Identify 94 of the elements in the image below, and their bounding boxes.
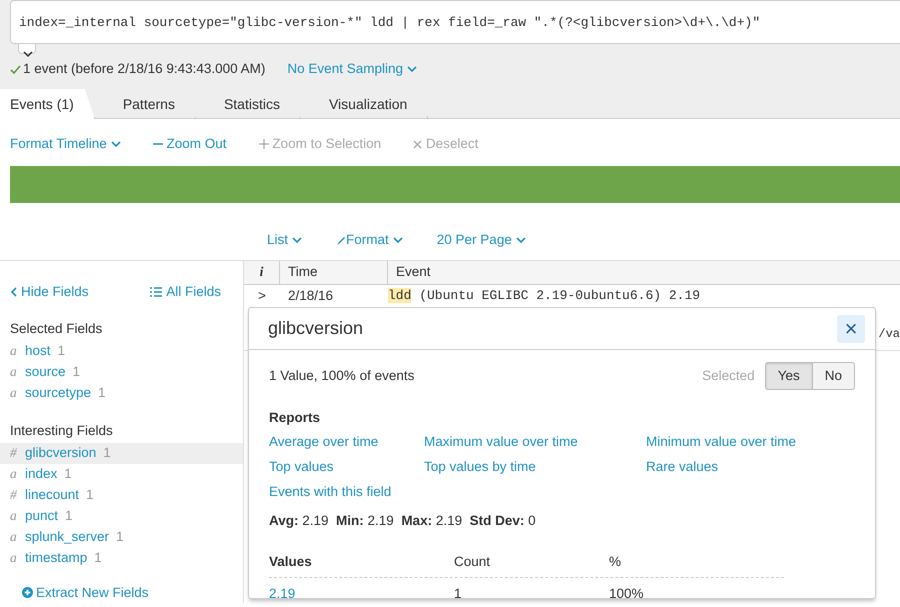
field-name: timestamp bbox=[25, 548, 88, 567]
section-title: Selected Fields bbox=[9, 320, 104, 338]
field-type: a bbox=[10, 384, 18, 402]
checkmark-icon bbox=[10, 64, 21, 74]
tab[interactable]: Visualization bbox=[300, 89, 428, 119]
field-item[interactable]: a splunk_server 1 bbox=[0, 526, 243, 548]
list-icon bbox=[150, 287, 162, 298]
field-count: 1 bbox=[86, 486, 94, 504]
field-type: a bbox=[10, 362, 18, 381]
field-count: 1 bbox=[98, 384, 106, 402]
field-item[interactable]: # linecount 1 bbox=[0, 484, 243, 506]
status-text: 1 event (before 2/18/16 9:43:43.000 AM) bbox=[23, 60, 266, 78]
field-count: 1 bbox=[72, 362, 80, 381]
column-header: % bbox=[609, 552, 622, 570]
field-type: a bbox=[10, 342, 18, 360]
chevron-button[interactable] bbox=[18, 44, 36, 54]
field-name: sourcetype bbox=[25, 384, 92, 402]
extract-fields-link[interactable]: Extract New Fields bbox=[22, 582, 149, 603]
field-name: linecount bbox=[25, 486, 80, 504]
value-link[interactable]: 2.19 bbox=[269, 584, 454, 604]
field-type: a bbox=[10, 506, 18, 525]
field-type: # bbox=[10, 486, 18, 504]
plus-icon bbox=[258, 139, 269, 150]
column-header: Event bbox=[395, 263, 432, 282]
tab[interactable]: Events (1) bbox=[0, 89, 95, 119]
field-count: 1 bbox=[65, 506, 73, 525]
toggle-button[interactable]: Yes bbox=[764, 362, 813, 390]
field-count: 1 bbox=[103, 444, 111, 462]
toolbar-dropdown[interactable]: Format bbox=[336, 230, 403, 251]
toolbar-dropdown[interactable]: List bbox=[267, 230, 302, 251]
tab[interactable]: Statistics bbox=[196, 89, 301, 119]
all-fields-link[interactable]: All Fields bbox=[150, 271, 221, 313]
summary-text: 1 Value, 100% of events bbox=[269, 367, 414, 385]
field-name: glibcversion bbox=[25, 444, 96, 462]
field-count: 1 bbox=[116, 528, 124, 546]
field-item[interactable]: a source 1 bbox=[0, 361, 243, 382]
tab[interactable]: Patterns bbox=[94, 89, 196, 119]
toolbar-button[interactable]: Zoom Out bbox=[152, 134, 227, 154]
event-text: ldd (Ubuntu EGLIBC 2.19-0ubuntu6.6) 2.19 bbox=[388, 287, 700, 305]
caret-icon bbox=[406, 66, 417, 74]
sampling-dropdown[interactable]: No Event Sampling bbox=[287, 59, 417, 80]
caret-icon bbox=[516, 237, 526, 244]
section-title: Reports bbox=[269, 409, 322, 428]
field-item[interactable]: a timestamp 1 bbox=[0, 548, 243, 568]
field-name: splunk_server bbox=[25, 528, 110, 546]
toolbar-dropdown[interactable]: 20 Per Page bbox=[436, 230, 526, 251]
field-name: punct bbox=[25, 506, 58, 525]
column-header: Values bbox=[269, 552, 313, 570]
report-link[interactable]: Events with this field bbox=[269, 482, 424, 502]
column-header: Time bbox=[280, 261, 388, 284]
report-link[interactable]: Average over time bbox=[269, 432, 424, 452]
field-type: # bbox=[10, 444, 18, 462]
search-field[interactable]: index=_internal sourcetype="glibc-version-*" ldd | rex field=_raw ".*(?<glibcversion>\d+\.\d+)" bbox=[10, 0, 900, 44]
report-link[interactable]: Rare values bbox=[646, 456, 855, 477]
caret-icon bbox=[292, 237, 302, 244]
field-item[interactable]: a host 1 bbox=[0, 340, 243, 362]
toggle-button[interactable]: No bbox=[812, 362, 855, 390]
column-header: Count bbox=[454, 552, 492, 570]
popover-title: glibcversion bbox=[268, 317, 364, 340]
table-cell-text: 2/18/16 bbox=[287, 287, 334, 305]
toolbar-button[interactable]: Format Timeline bbox=[10, 134, 121, 154]
event-text: /va bbox=[878, 326, 900, 343]
plus-circle-icon bbox=[22, 586, 33, 598]
field-item[interactable]: a index 1 bbox=[0, 464, 243, 484]
field-type: a bbox=[10, 548, 18, 567]
close-button[interactable]: × bbox=[837, 314, 865, 342]
field-type: a bbox=[10, 464, 18, 483]
section-title: Interesting Fields bbox=[9, 422, 114, 440]
field-item[interactable]: # glibcversion 1 bbox=[0, 442, 243, 464]
report-link[interactable]: Top values by time bbox=[424, 456, 646, 477]
caret-icon bbox=[110, 140, 121, 148]
field-count: 1 bbox=[58, 342, 66, 360]
field-item[interactable]: a sourcetype 1 bbox=[0, 382, 243, 404]
column-header: i bbox=[244, 261, 280, 284]
hide-fields-link[interactable]: Hide Fields bbox=[10, 271, 89, 313]
field-type: a bbox=[10, 528, 18, 546]
cross-icon bbox=[413, 140, 422, 149]
selected-label: Selected bbox=[702, 367, 755, 385]
field-name: source bbox=[25, 362, 66, 381]
field-count: 1 bbox=[94, 548, 102, 567]
field-name: index bbox=[25, 464, 58, 483]
table-cell-text: 1 bbox=[454, 584, 463, 603]
table-cell-text: 100% bbox=[609, 584, 644, 603]
report-link[interactable]: Maximum value over time bbox=[424, 432, 646, 452]
stats-text: Avg: 2.19 Min: 2.19 Max: 2.19 Std Dev: 0 bbox=[269, 512, 537, 530]
field-item[interactable]: a punct 1 bbox=[0, 506, 243, 526]
field-count: 1 bbox=[64, 464, 72, 483]
report-link[interactable]: Top values bbox=[269, 456, 424, 477]
field-name: host bbox=[25, 342, 51, 360]
chevron-left-icon bbox=[10, 287, 17, 298]
expand-arrow[interactable]: > bbox=[244, 285, 280, 307]
caret-icon bbox=[392, 237, 403, 244]
brush-icon bbox=[336, 236, 346, 246]
report-link[interactable]: Minimum value over time bbox=[646, 432, 855, 452]
